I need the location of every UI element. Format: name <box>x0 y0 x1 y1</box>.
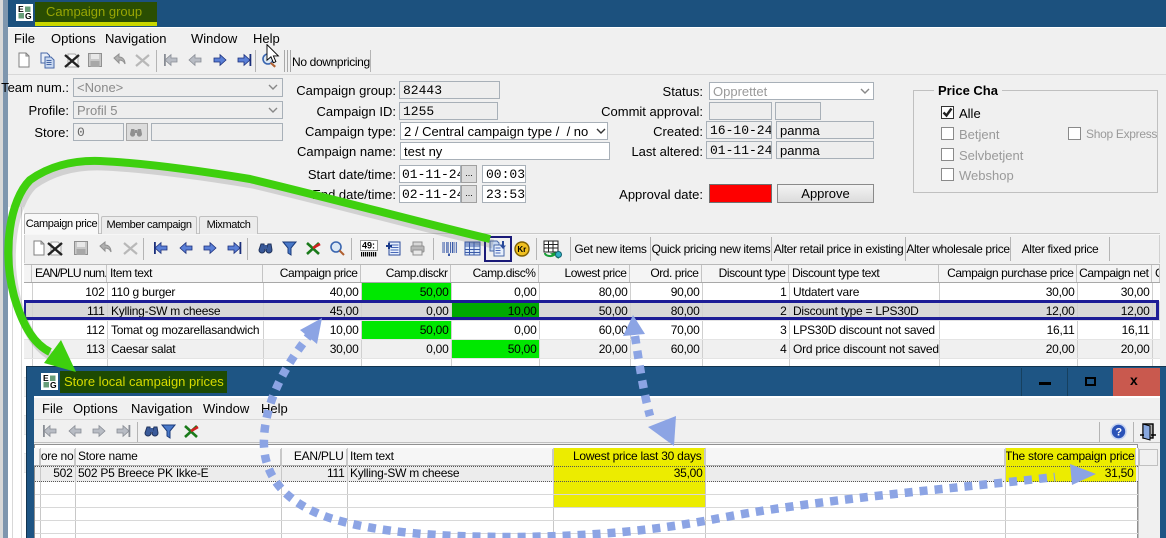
svg-text:G: G <box>50 380 57 390</box>
svg-text:E: E <box>18 4 24 14</box>
svg-text:E: E <box>43 373 49 383</box>
svg-text:49:: 49: <box>362 241 375 251</box>
svg-text:G: G <box>25 11 32 21</box>
svg-text:Kr: Kr <box>517 245 526 254</box>
svg-text:?: ? <box>1115 427 1122 439</box>
